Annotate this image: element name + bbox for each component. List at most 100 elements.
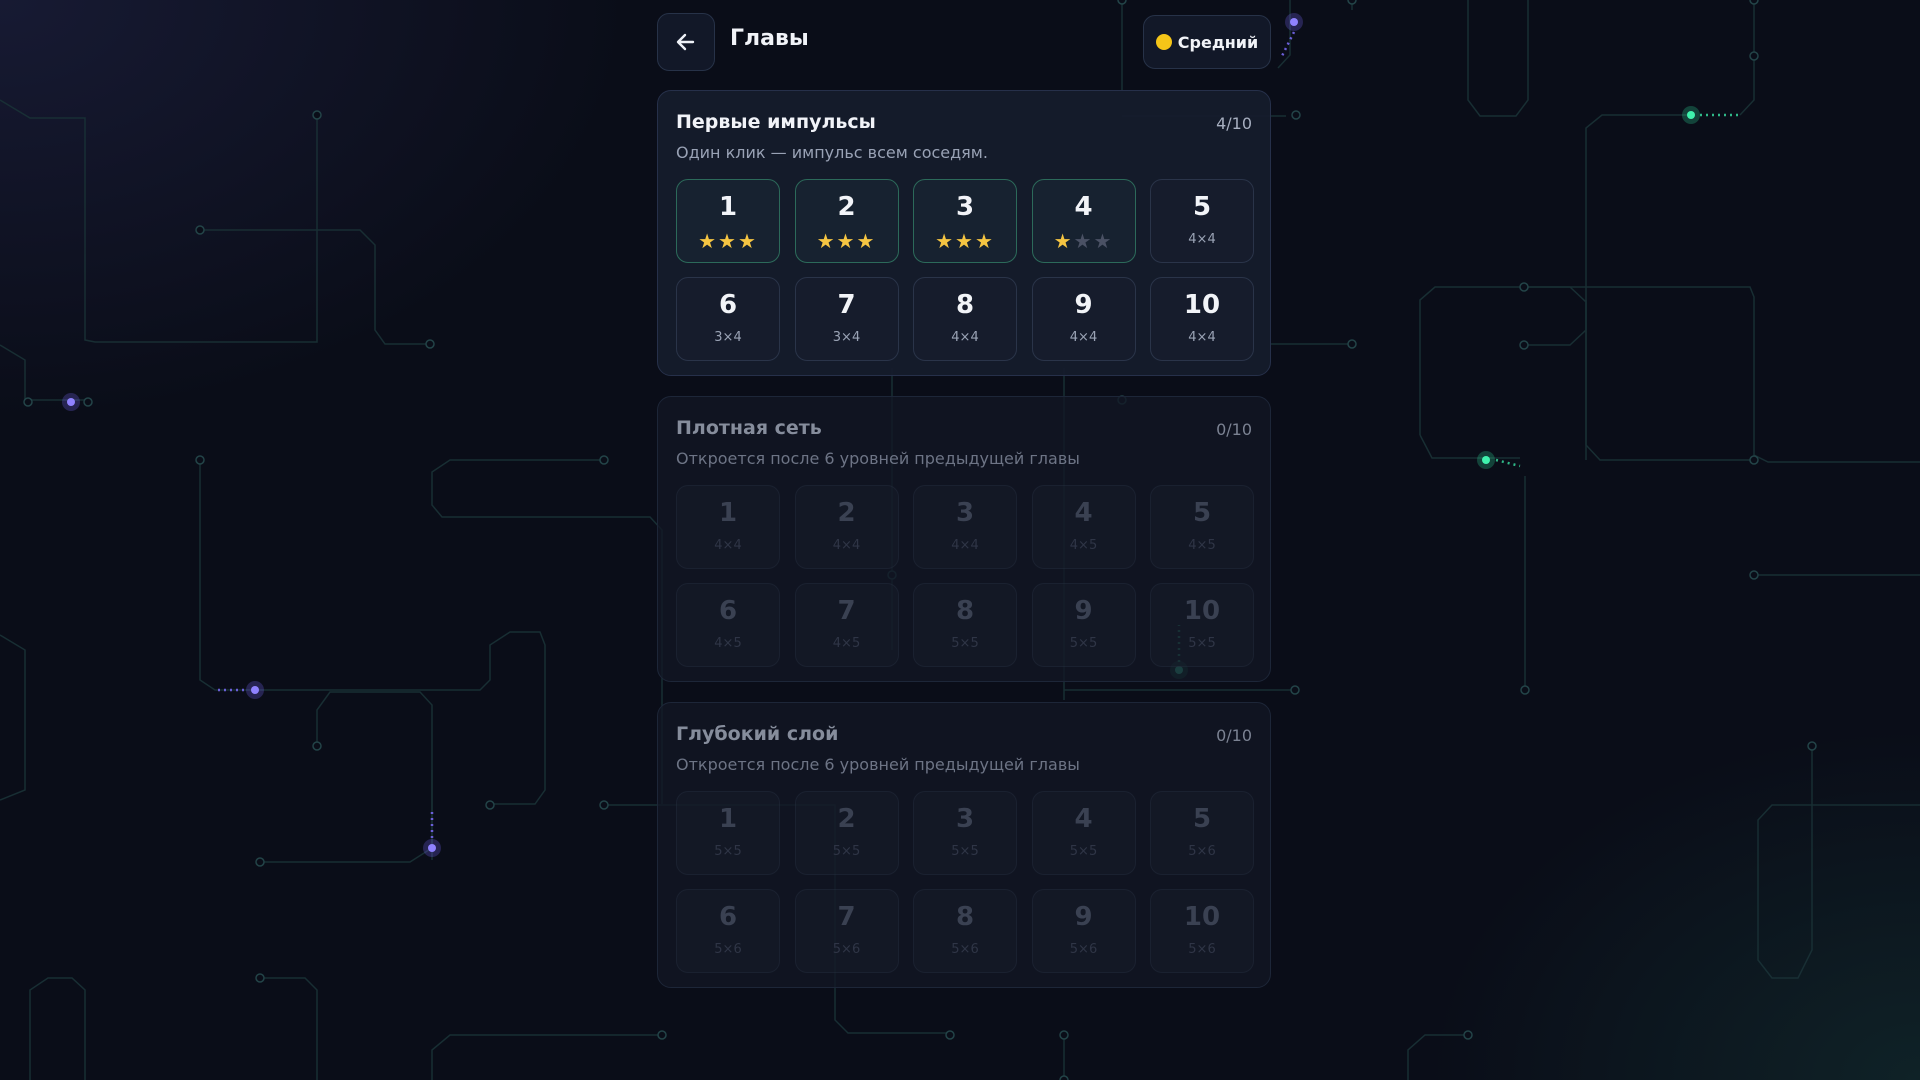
level-grid-size: 3×4 [714,330,742,345]
level-grid: 1 5×5 2 5×5 3 5×5 4 5×5 5 5×6 6 5×6 7 5×6 8 5×6 9 5×6 10 5×… [676,791,1254,973]
level-number: 3 [955,192,975,222]
star-empty-icon: ★ [1073,229,1094,253]
level-button-4: 4 5×5 [1031,791,1136,875]
level-grid-size: 3×4 [832,330,861,345]
level-number: 8 [955,902,975,932]
level-number: 7 [837,902,856,932]
level-grid-size: 5×5 [832,844,861,859]
star-filled-icon: ★ [698,229,719,253]
level-stars: ★★★ [914,229,1016,253]
level-grid-size: 5×6 [714,942,742,957]
star-filled-icon: ★ [974,229,995,253]
level-button-2[interactable]: 2 ★★★ [794,179,899,263]
star-filled-icon: ★ [816,229,837,253]
chapter-description: Откроется после 6 уровней предыдущей гла… [676,755,1080,774]
chapter-card-1: Первые импульсы 4/10 Один клик — импульс… [657,90,1271,376]
level-grid-size: 4×4 [1069,330,1098,345]
star-filled-icon: ★ [935,229,956,253]
level-grid-size: 5×5 [951,636,979,651]
back-button[interactable] [657,13,715,71]
level-number: 9 [1074,902,1093,932]
chapter-title: Плотная сеть [676,417,822,439]
chapter-description: Откроется после 6 уровней предыдущей гла… [676,449,1080,468]
level-grid-size: 4×4 [714,538,742,553]
level-number: 6 [718,902,738,932]
level-number: 5 [1192,804,1212,834]
level-button-7[interactable]: 7 3×4 [794,277,899,361]
level-number: 2 [837,804,856,834]
arrow-left-icon [676,33,695,51]
level-button-5: 5 5×6 [1150,791,1254,875]
level-grid-size: 4×4 [1188,330,1216,345]
difficulty-dot-icon [1155,34,1172,50]
difficulty-label: Средний [1177,32,1259,52]
level-button-10[interactable]: 10 4×4 [1150,277,1254,361]
level-grid-size: 4×5 [1188,538,1216,553]
level-stars: ★★★ [796,229,898,253]
chapter-progress: 4/10 [1216,114,1252,133]
chapter-card-3: Глубокий слой 0/10 Откроется после 6 уро… [657,702,1271,988]
level-number: 2 [837,192,856,222]
star-filled-icon: ★ [1053,229,1074,253]
level-button-9: 9 5×6 [1031,889,1136,973]
level-number: 10 [1183,902,1221,932]
star-filled-icon: ★ [836,229,857,253]
level-button-3: 3 5×5 [913,791,1017,875]
level-number: 6 [718,596,738,626]
level-grid-size: 4×4 [951,330,979,345]
level-number: 3 [955,804,975,834]
level-button-3: 3 4×4 [913,485,1017,569]
level-button-7: 7 4×5 [794,583,899,667]
level-button-4[interactable]: 4 ★★★ [1031,179,1136,263]
level-grid-size: 4×4 [1188,232,1216,247]
level-grid-size: 4×4 [832,538,861,553]
star-filled-icon: ★ [955,229,975,253]
level-grid-size: 5×6 [832,942,861,957]
chapter-title: Первые импульсы [676,111,876,133]
level-stars: ★★★ [1033,229,1135,253]
level-number: 7 [837,596,856,626]
star-filled-icon: ★ [718,229,738,253]
level-grid-size: 4×5 [1069,538,1098,553]
page-title: Главы [730,26,809,51]
level-grid-size: 5×6 [1069,942,1098,957]
level-button-2: 2 5×5 [794,791,899,875]
level-grid-size: 5×5 [714,844,742,859]
level-number: 9 [1074,596,1093,626]
level-button-8: 8 5×6 [913,889,1017,973]
level-button-6: 6 4×5 [676,583,780,667]
level-button-10: 10 5×6 [1150,889,1254,973]
level-number: 10 [1183,596,1221,626]
chapter-card-2: Плотная сеть 0/10 Откроется после 6 уров… [657,396,1271,682]
level-grid: 1 4×4 2 4×4 3 4×4 4 4×5 5 4×5 6 4×5 7 4×5 8 5×5 9 5×5 10 5×… [676,485,1254,667]
level-button-8[interactable]: 8 4×4 [913,277,1017,361]
level-button-9: 9 5×5 [1031,583,1136,667]
level-button-8: 8 5×5 [913,583,1017,667]
level-number: 3 [955,498,975,528]
chapter-progress: 0/10 [1216,726,1252,745]
level-button-5[interactable]: 5 4×4 [1150,179,1254,263]
difficulty-button[interactable]: Средний [1143,15,1271,69]
level-number: 1 [718,192,738,222]
level-button-1[interactable]: 1 ★★★ [676,179,780,263]
level-button-2: 2 4×4 [794,485,899,569]
level-number: 6 [718,290,738,320]
level-button-3[interactable]: 3 ★★★ [913,179,1017,263]
level-number: 10 [1183,290,1221,320]
level-button-6[interactable]: 6 3×4 [676,277,780,361]
level-grid: 1 ★★★ 2 ★★★ 3 ★★★ 4 ★★★ 5 4×4 6 3×4 7 3×4 8 4×4 9 4×4 10 4×… [676,179,1254,361]
level-number: 4 [1074,498,1093,528]
level-grid-size: 5×5 [951,844,979,859]
level-number: 5 [1192,192,1212,222]
level-number: 4 [1074,804,1093,834]
level-number: 1 [718,498,738,528]
level-button-5: 5 4×5 [1150,485,1254,569]
level-grid-size: 4×4 [951,538,979,553]
level-number: 1 [718,804,738,834]
level-button-9[interactable]: 9 4×4 [1031,277,1136,361]
level-grid-size: 5×5 [1069,636,1098,651]
level-grid-size: 5×5 [1069,844,1098,859]
level-number: 8 [955,290,975,320]
chapter-progress: 0/10 [1216,420,1252,439]
level-grid-size: 5×6 [1188,942,1216,957]
